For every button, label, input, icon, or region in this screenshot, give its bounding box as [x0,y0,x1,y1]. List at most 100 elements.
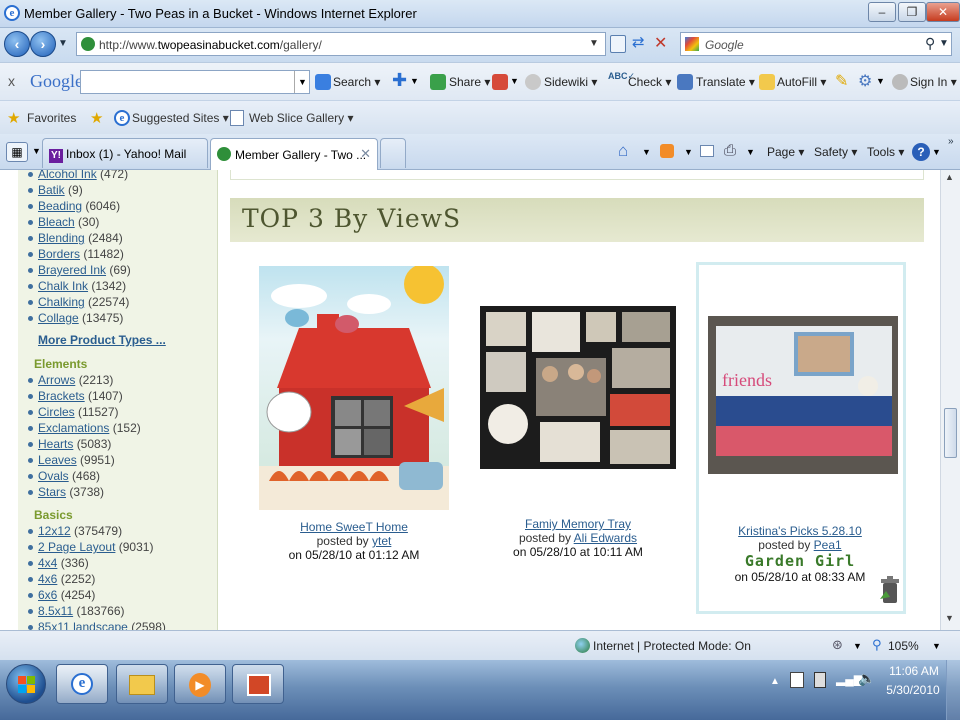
volume-icon[interactable]: 🔈 [858,670,875,687]
sidebar-item-bleach[interactable]: Bleach (30) [28,215,99,229]
popup-blocker-dropdown-icon[interactable]: ▼ [510,76,519,86]
plus-icon[interactable]: ✚ [392,70,407,91]
sidebar-item-brackets[interactable]: Brackets (1407) [28,389,123,403]
suggested-sites-link[interactable]: Suggested Sites ▾ [132,111,229,125]
privacy-dropdown-icon[interactable]: ▼ [853,641,862,651]
safety-menu[interactable]: Safety ▾ [814,145,857,159]
new-tab-button[interactable] [380,138,406,168]
start-button[interactable] [6,664,46,704]
search-options-dropdown-icon[interactable]: ▼ [939,38,949,49]
sidebar-item-brayered-ink[interactable]: Brayered Ink (69) [28,263,131,277]
feed-dropdown-icon[interactable]: ▼ [684,147,693,157]
sidebar-item-stars[interactable]: Stars (3738) [28,485,104,499]
forward-button[interactable]: › [30,31,56,57]
help-dropdown-icon[interactable]: ▼ [932,147,941,157]
rss-feed-icon[interactable] [660,144,674,158]
tab-yahoo-mail[interactable]: Y! Inbox (1) - Yahoo! Mail [42,138,208,168]
more-product-types-link[interactable]: More Product Types ... [38,333,166,347]
google-search-button[interactable]: Search ▾ [333,75,380,89]
google-search-dropdown-icon[interactable]: ▼ [294,71,310,93]
check-button[interactable]: Check ▾ [628,75,671,89]
highlighter-icon[interactable]: ✎ [835,71,848,91]
sidebar-item-ovals[interactable]: Ovals (468) [28,469,100,483]
sidewiki-button[interactable]: Sidewiki ▾ [544,75,597,89]
action-center-icon[interactable] [790,672,804,688]
zoom-dropdown-icon[interactable]: ▼ [932,641,941,651]
sidebar-item-chalk-ink[interactable]: Chalk Ink (1342) [28,279,126,293]
back-button[interactable]: ‹ [4,31,30,57]
scrollbar-thumb[interactable] [944,408,957,458]
trash-icon[interactable] [878,575,902,605]
page-menu[interactable]: Page ▾ [767,145,804,159]
item-title-link[interactable]: Home SweeT Home [254,520,454,534]
google-search-input[interactable] [80,70,310,94]
privacy-icon[interactable]: ⊛ [832,637,843,653]
sidebar-item-6x6[interactable]: 6x6 (4254) [28,588,95,602]
sidebar-item-collage[interactable]: Collage (13475) [28,311,123,325]
toolbar-overflow-icon[interactable]: » [948,136,954,147]
scroll-up-icon[interactable]: ▲ [945,172,954,182]
author-link[interactable]: Ali Edwards [574,531,637,545]
read-mail-icon[interactable] [700,145,714,157]
stop-icon[interactable]: ✕ [654,33,667,53]
autofill-button[interactable]: AutoFill ▾ [777,75,826,89]
home-icon[interactable]: ⌂ [618,141,628,161]
clock-time[interactable]: 11:06 AM [888,664,940,678]
refresh-icon[interactable]: ⇄ [632,33,645,51]
search-magnifier-icon[interactable]: ⚲ [925,35,935,52]
compatibility-view-icon[interactable] [610,35,626,53]
popup-blocker-icon[interactable] [492,74,508,90]
item-title-link[interactable]: Kristina's Picks 5.28.10 [700,524,900,538]
help-icon[interactable]: ? [912,143,930,161]
close-tab-icon[interactable]: ✕ [360,146,371,162]
author-link[interactable]: ytet [372,534,391,548]
signin-button[interactable]: Sign In ▾ [910,75,957,89]
taskbar-powerpoint[interactable] [232,664,284,704]
sidebar-item-chalking[interactable]: Chalking (22574) [28,295,129,309]
item-title-link[interactable]: Famiy Memory Tray [478,517,678,531]
restore-button[interactable]: ❐ [898,2,926,22]
add-favorite-icon[interactable]: ★ [90,109,103,127]
web-slice-gallery-link[interactable]: Web Slice Gallery ▾ [249,111,354,125]
gallery-thumbnail[interactable] [259,266,449,510]
tab-member-gallery[interactable]: Member Gallery - Two ... ✕ [210,138,378,170]
recent-pages-dropdown-icon[interactable]: ▼ [58,38,68,49]
security-zone-text[interactable]: Internet | Protected Mode: On [593,639,751,653]
toolbar-close-button[interactable]: x [8,73,15,89]
share-button[interactable]: Share ▾ [449,75,490,89]
sidebar-item-4x6[interactable]: 4x6 (2252) [28,572,95,586]
clock-date[interactable]: 5/30/2010 [886,683,940,697]
sidebar-item-alcohol-ink[interactable]: Alcohol Ink (472) [28,170,128,181]
sidebar-item-batik[interactable]: Batik (9) [28,183,83,197]
quick-tabs-icon[interactable]: ▦ [6,142,28,162]
home-dropdown-icon[interactable]: ▼ [642,147,651,157]
address-dropdown-icon[interactable]: ▼ [589,38,599,49]
gallery-thumbnail[interactable]: friends [708,316,898,474]
tab-list-dropdown-icon[interactable]: ▼ [32,146,41,156]
minimize-button[interactable]: – [868,2,896,22]
settings-dropdown-icon[interactable]: ▼ [876,76,885,86]
translate-button[interactable]: Translate ▾ [696,75,755,89]
favorites-button[interactable]: Favorites [27,111,76,125]
sidebar-item-hearts[interactable]: Hearts (5083) [28,437,111,451]
taskbar-internet-explorer[interactable]: e [56,664,108,704]
address-url[interactable]: http://www.twopeasinabucket.com/gallery/ [99,38,322,52]
sidebar-item-leaves[interactable]: Leaves (9951) [28,453,115,467]
show-hidden-icons-icon[interactable]: ▲ [770,676,780,687]
zoom-level[interactable]: 105% [888,639,919,653]
sidebar-item-8-5x11[interactable]: 8.5x11 (183766) [28,604,125,618]
sidebar-item-beading[interactable]: Beading (6046) [28,199,120,213]
print-dropdown-icon[interactable]: ▼ [746,147,755,157]
taskbar-explorer[interactable] [116,664,168,704]
settings-wrench-icon[interactable]: ⚙ [858,71,872,91]
sidebar-item-borders[interactable]: Borders (11482) [28,247,124,261]
taskbar-media-player[interactable]: ▶ [174,664,226,704]
sidebar-item-circles[interactable]: Circles (11527) [28,405,119,419]
search-box[interactable]: Google ⚲ ▼ [680,32,952,56]
sidebar-item-12x12[interactable]: 12x12 (375479) [28,524,122,538]
author-link[interactable]: Pea1 [814,538,842,552]
sidebar-item-4x4[interactable]: 4x4 (336) [28,556,89,570]
print-icon[interactable]: ⎙ [724,142,736,159]
vertical-scrollbar[interactable]: ▲ ▼ [940,170,960,630]
close-window-button[interactable]: ✕ [926,2,960,22]
